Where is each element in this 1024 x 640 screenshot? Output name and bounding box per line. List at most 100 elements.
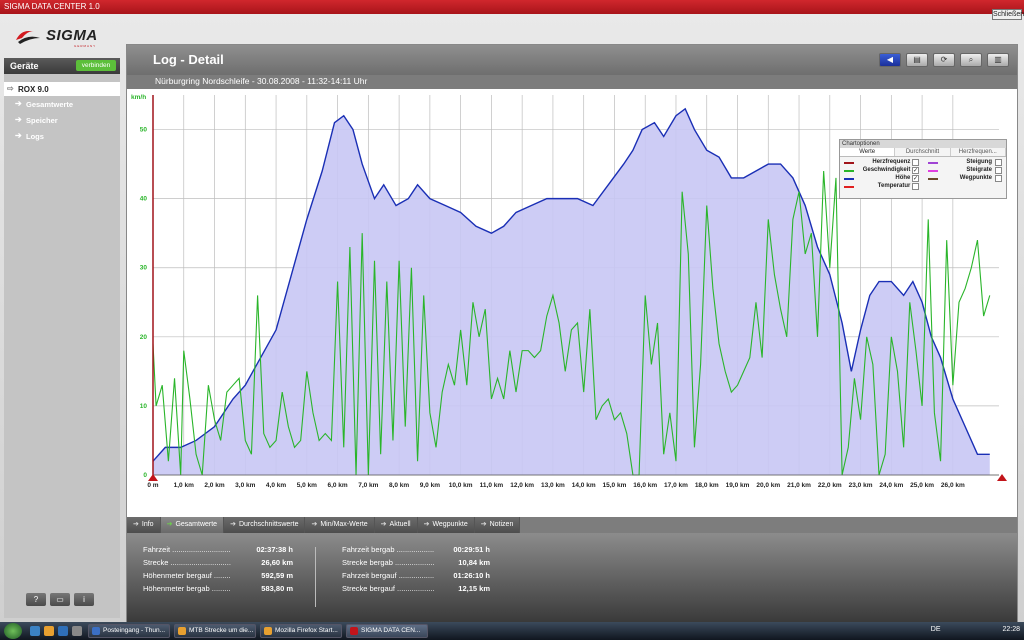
main-header: Log - Detail ◀ ▤ ⟳ ⌕ ▥ Nürburgring Nords… [127,45,1017,89]
series-label: Temperatur [877,183,911,189]
tab-durchschnittswerte[interactable]: ➔ Durchschnittswerte [224,517,306,533]
chart-options-title: Chartoptionen [840,140,1006,148]
refresh-icon[interactable]: ⟳ [933,53,955,67]
stat-label: Höhenmeter bergab ......... [143,584,231,593]
arrow-right-icon: ➔ [423,521,430,528]
back-icon[interactable]: ◀ [879,53,901,67]
series-checkbox[interactable] [995,175,1002,182]
stat-row: Höhenmeter bergab ......... 583,80 m [143,584,293,597]
x-tick-label: 23,0 km [849,482,873,489]
arrow-right-icon: ➔ [166,521,173,528]
app-icon [350,627,358,635]
x-tick-label: 22,0 km [818,482,842,489]
tab-info[interactable]: ➔ Info [127,517,161,533]
tab-werte[interactable]: Werte [840,148,896,156]
stat-label: Höhenmeter bergauf ........ [143,571,231,580]
taskbar-task[interactable]: Mozilla Firefox Start... [260,624,342,638]
task-label: Posteingang - Thun... [103,627,166,634]
clock[interactable]: 22:28 [1002,626,1020,633]
x-tick-label: 20,0 km [756,482,780,489]
series-checkbox[interactable] [911,183,919,190]
series-label: Steigrate [966,167,992,173]
x-tick-label: 17,0 km [664,482,688,489]
series-checkbox[interactable] [995,159,1002,166]
stat-row: Höhenmeter bergauf ........ 592,59 m [143,571,293,584]
chart-options-tabs: Werte Durchschnitt Herzfrequen... [840,148,1006,157]
taskbar-task[interactable]: SIGMA DATA CEN... [346,624,428,638]
print-icon[interactable]: ▤ [906,53,928,67]
tab-aktuell[interactable]: ➔ Aktuell [374,517,418,533]
desktop-icon[interactable] [30,626,40,636]
tab-label: Gesamtwerte [175,521,218,528]
arrow-right-icon: ➔ [15,99,22,108]
x-tick-label: 12,0 km [510,482,534,489]
stat-value: 10,84 km [458,558,490,567]
sidebar-item-label: Logs [26,132,44,141]
sidebar-item-label: Gesamtwerte [26,100,74,109]
tab-notizen[interactable]: ➔ Notizen [474,517,521,533]
chart-options-panel: Chartoptionen Werte Durchschnitt Herzfre… [839,139,1007,199]
browser-icon[interactable] [44,626,54,636]
mail-icon[interactable] [58,626,68,636]
tab-wegpunkte[interactable]: ➔ Wegpunkte [417,517,475,533]
zoom-icon[interactable]: ⌕ [960,53,982,67]
series-swatch [927,178,938,180]
folder-icon[interactable] [72,626,82,636]
series-checkbox[interactable] [995,167,1002,174]
task-label: MTB Strecke um die... [189,627,254,634]
stat-row: Strecke bergab ................... 10,84 … [342,558,490,571]
arrow-right-icon: ➔ [133,521,139,528]
x-tick-label: 13,0 km [541,482,565,489]
language-indicator[interactable]: DE [931,626,941,633]
app-icon [92,627,100,635]
device-arrow-icon: ⇨ [7,84,14,93]
sidebar-item-gesamtwerte[interactable]: ➔ Gesamtwerte [4,96,120,112]
app-icon [264,627,272,635]
taskbar: Posteingang - Thun... MTB Strecke um die.… [0,622,1024,640]
x-tick-label: 24,0 km [879,482,903,489]
taskbar-task[interactable]: Posteingang - Thun... [88,624,170,638]
export-icon[interactable]: ▥ [987,53,1009,67]
system-tray: DE 22:28 [931,626,1020,633]
sidebar-item-device[interactable]: ⇨ ROX 9.0 [4,82,120,96]
sidebar-item-speicher[interactable]: ➔ Speicher [4,112,120,128]
stats-right: Fahrzeit bergab .................. 00:29:… [342,545,490,597]
series-checkbox[interactable]: ✓ [911,167,919,174]
y-tick-label: 40 [140,196,148,203]
x-tick-label: 7,0 km [358,482,378,489]
y-tick-label: 50 [140,127,148,134]
chart-area[interactable]: 0 m 1,0 km 2,0 km 3,0 km 4,0 km 5,0 km 6,0 km 7… [127,89,1017,499]
tab-label: Info [141,521,154,528]
connect-button[interactable]: verbinden [76,60,116,71]
series-label: Wegpunkte [959,175,992,181]
stat-row: Fahrzeit ............................ 02:… [143,545,293,558]
toolbar: ◀ ▤ ⟳ ⌕ ▥ [879,53,1009,67]
stat-row: Strecke ............................. 26,… [143,558,293,571]
arrow-right-icon: ➔ [311,521,318,528]
x-tick-label: 0 m [147,482,158,489]
y-axis-label: km/h [131,94,146,101]
close-button[interactable]: Schließen [992,9,1024,20]
tab-durchschnitt[interactable]: Durchschnitt [895,148,951,156]
series-swatch [844,162,854,164]
info-button[interactable]: i [74,593,94,606]
tab-herzfrequenz[interactable]: Herzfrequen... [951,148,1006,156]
series-swatch [844,178,854,180]
help-button[interactable]: ? [26,593,46,606]
taskbar-task[interactable]: MTB Strecke um die... [174,624,256,638]
tab-min-max-werte[interactable]: ➔ Min/Max-Werte [305,517,375,533]
chart-options-rows: Herzfrequenz Steigung Geschwindigkeit ✓ Stei… [840,157,1006,193]
series-checkbox[interactable] [911,159,919,166]
series-swatch [844,170,854,172]
settings-button[interactable]: ▭ [50,593,70,606]
series-checkbox[interactable]: ✓ [911,175,919,182]
y-tick-label: 30 [140,265,148,272]
tab-gesamtwerte[interactable]: ➔ Gesamtwerte [160,517,225,533]
sidebar-item-logs[interactable]: ➔ Logs [4,128,120,144]
x-tick-label: 6,0 km [327,482,347,489]
sigma-logo: SIGMA GERMANY [14,26,124,50]
series-label: Höhe [895,175,911,181]
start-button[interactable] [4,623,22,639]
x-tick-label: 16,0 km [633,482,657,489]
y-tick-label: 0 [143,472,147,479]
